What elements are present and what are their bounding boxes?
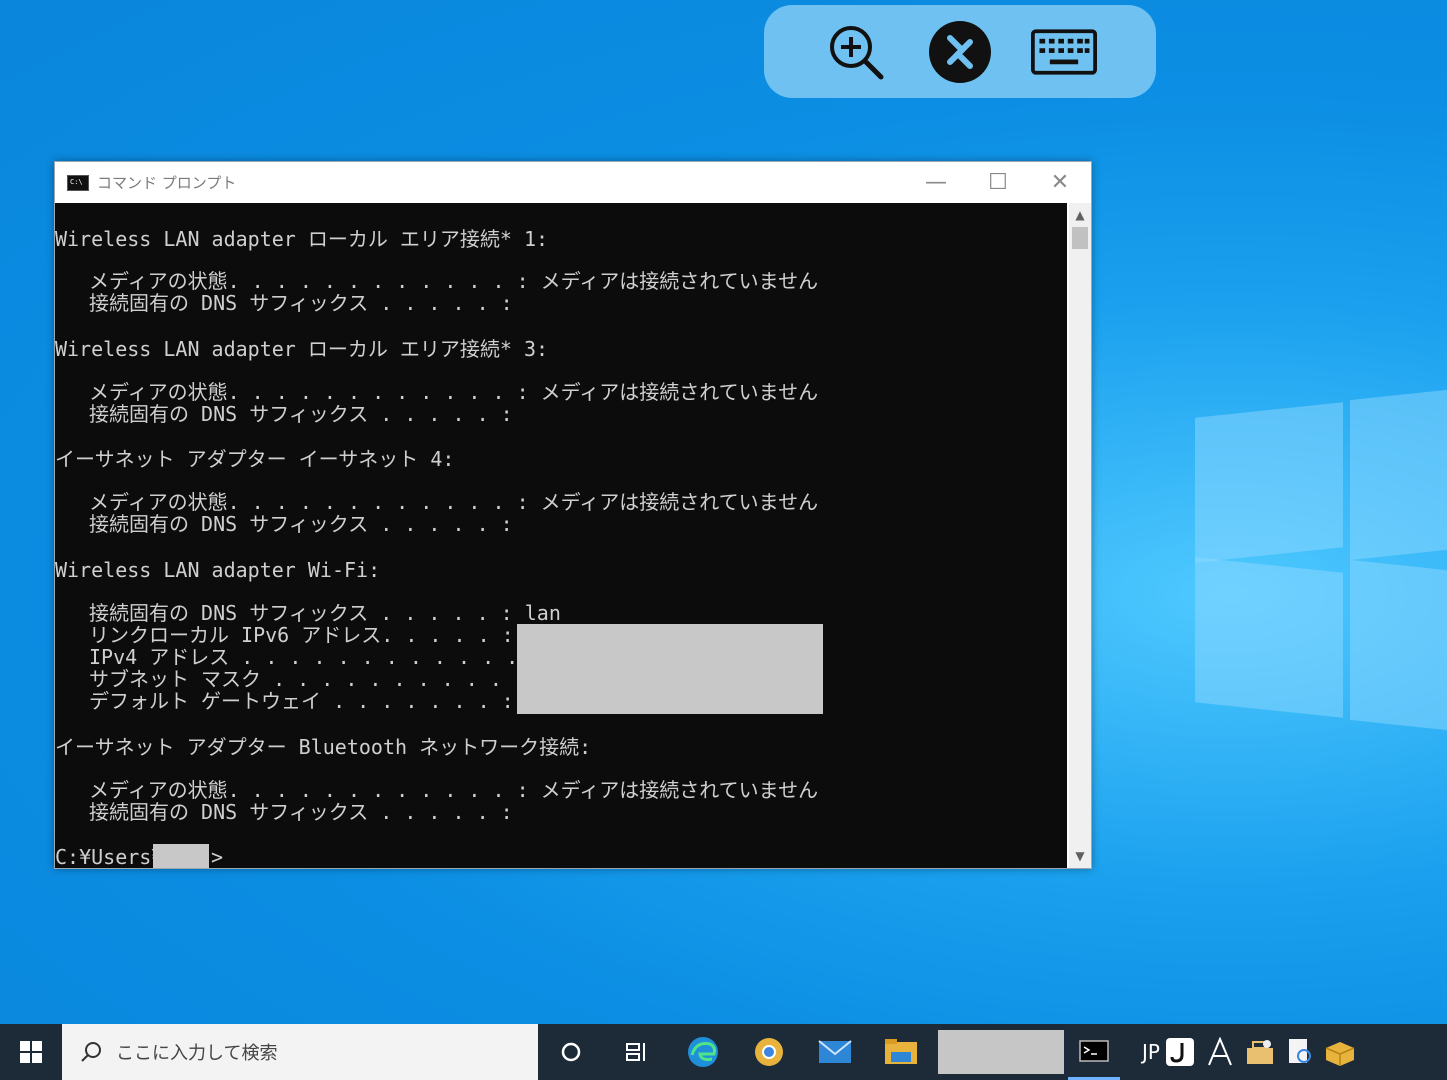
console-line: 接続固有の DNS サフィックス . . . . . : [89,512,513,536]
zoom-in-button[interactable] [823,19,889,85]
console-line: イーサネット アダプター Bluetooth ネットワーク接続: [55,735,592,759]
window-title: コマンド プロンプト [97,174,237,192]
cmd-taskbar-button[interactable] [1068,1024,1120,1080]
console-line: メディアの状態. . . . . . . . . . . . : メディアは接続… [89,380,819,404]
search-placeholder: ここに入力して検索 [116,1043,278,1064]
console-line: 接続固有の DNS サフィックス . . . . . : [89,402,513,426]
maximize-button[interactable]: ☐ [967,162,1029,203]
tray-tools-button[interactable] [1240,1024,1280,1080]
language-indicator[interactable]: JP [1142,1040,1160,1064]
mail-icon [818,1040,852,1063]
vertical-scrollbar[interactable]: ▲ ▼ [1069,203,1091,868]
task-view-button[interactable] [604,1024,670,1080]
keyboard-button[interactable] [1031,19,1097,85]
edge-icon [688,1037,718,1067]
console-output[interactable]: Wireless LAN adapter ローカル エリア接続* 1: メディア… [55,203,1067,868]
remote-desktop-button[interactable] [927,19,993,85]
ime-mode-button[interactable] [1200,1024,1240,1080]
ime-a-icon [1208,1037,1232,1066]
redacted-block [517,624,823,714]
tray-app-button[interactable] [1160,1024,1200,1080]
minimize-button[interactable]: — [905,162,967,203]
package-icon [1325,1042,1355,1066]
windows-logo-pane-bl [1195,557,1343,718]
scroll-thumb[interactable] [1072,227,1088,249]
redacted-username [153,844,209,868]
console-line: メディアの状態. . . . . . . . . . . . : メディアは接続… [89,269,819,293]
cortana-button[interactable] [538,1024,604,1080]
console-line: リンクローカル IPv6 アドレス. . . . . : [89,623,514,647]
windows-logo-pane-tr [1350,389,1447,561]
cmd-icon [1079,1039,1109,1062]
cortana-icon [561,1042,581,1062]
toolbox-icon [1246,1040,1273,1064]
windows-logo-pane-tl [1195,402,1343,563]
taskbar: ここに入力して検索 JP [0,1024,1447,1080]
console-line: Wireless LAN adapter ローカル エリア接続* 3: [55,337,549,361]
console-line: イーサネット アダプター イーサネット 4: [55,447,455,471]
console-line: メディアの状態. . . . . . . . . . . . : メディアは接続… [89,778,819,802]
cmd-app-icon [67,174,89,191]
windows-logo-pane-br [1350,559,1447,731]
search-icon [81,1042,101,1062]
tray-package-button[interactable] [1320,1024,1360,1080]
remote-toolbar [764,5,1156,98]
app-j-icon [1165,1038,1194,1066]
mail-button[interactable] [802,1024,868,1080]
folder-icon [885,1039,917,1064]
start-button[interactable] [0,1024,62,1080]
command-prompt-window: コマンド プロンプト — ☐ ✕ Wireless LAN adapter ロー… [54,161,1092,869]
console-line: Wireless LAN adapter ローカル エリア接続* 1: [55,227,549,251]
console-line: Wireless LAN adapter Wi-Fi: [55,558,381,582]
document-search-icon [1288,1039,1311,1063]
prompt-path: C:¥Users¥ [55,845,164,868]
console-line: 接続固有の DNS サフィックス . . . . . : [89,800,513,824]
console-line: デフォルト ゲートウェイ . . . . . . . : [89,689,514,713]
scroll-up-button[interactable]: ▲ [1069,205,1091,225]
prompt-caret: > [211,845,224,868]
console-line: IPv4 アドレス . . . . . . . . . . . . : [89,645,543,669]
tray-document-button[interactable] [1280,1024,1320,1080]
remote-desktop-icon [929,20,991,83]
console-line: 接続固有の DNS サフィックス . . . . . : lan [89,601,561,625]
scroll-down-button[interactable]: ▼ [1069,846,1091,866]
windows-start-icon [20,1041,42,1063]
title-bar[interactable]: コマンド プロンプト — ☐ ✕ [55,162,1091,203]
close-button[interactable]: ✕ [1029,162,1091,203]
keyboard-icon [1031,28,1097,75]
zoom-in-icon [830,25,884,79]
console-line: 接続固有の DNS サフィックス . . . . . : [89,291,513,315]
chrome-icon [755,1038,783,1066]
task-view-icon [626,1043,645,1061]
taskbar-search-box[interactable]: ここに入力して検索 [62,1024,538,1080]
edge-button[interactable] [670,1024,736,1080]
file-explorer-button[interactable] [868,1024,934,1080]
redacted-taskbar-item [938,1030,1064,1074]
console-line: メディアの状態. . . . . . . . . . . . : メディアは接続… [89,490,819,514]
console-line: サブネット マスク . . . . . . . . . . : [89,667,526,691]
chrome-button[interactable] [736,1024,802,1080]
